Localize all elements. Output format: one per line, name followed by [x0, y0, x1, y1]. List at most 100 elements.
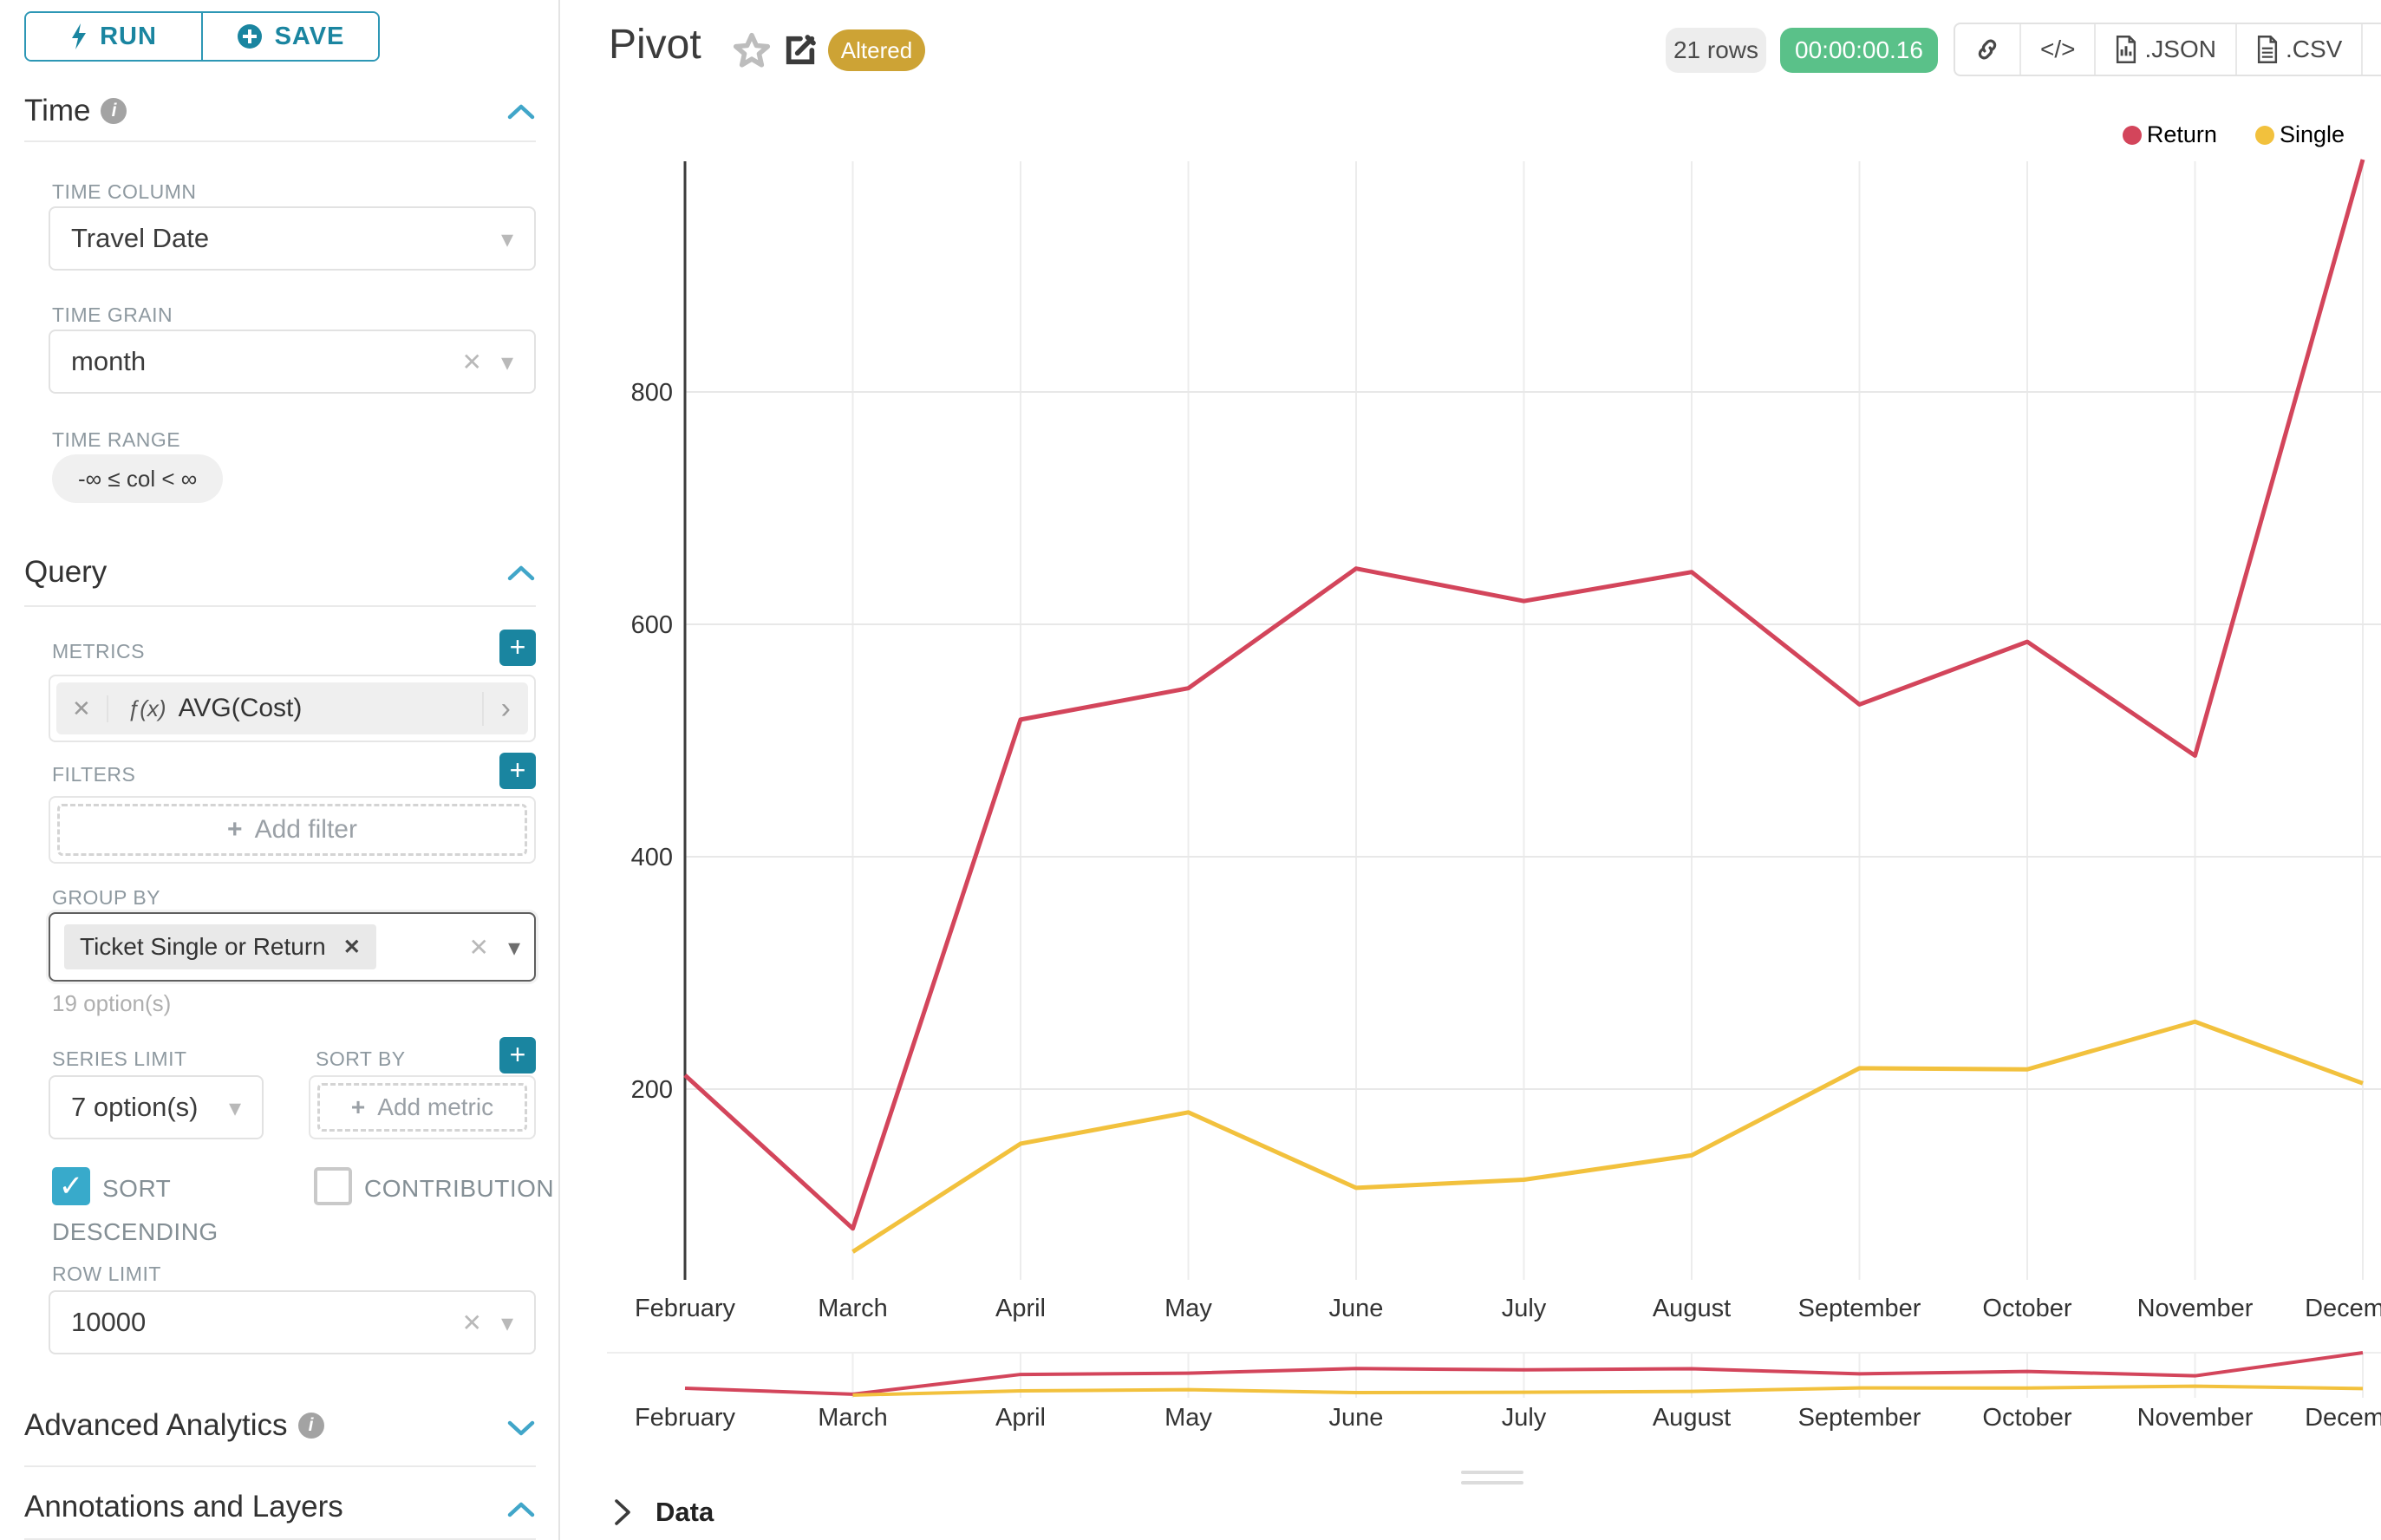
add-sort-metric-plus-button[interactable]: + — [499, 1037, 536, 1073]
time-column-select[interactable]: Travel Date ▾ — [49, 206, 536, 271]
series-limit-select[interactable]: 7 option(s) ▾ — [49, 1075, 264, 1139]
sort-descending-field: ✓SORT DESCENDING — [52, 1167, 295, 1254]
metric-name: AVG(Cost) — [179, 694, 482, 723]
export-toolbar: </> .JSON .CSV — [1954, 23, 2381, 76]
svg-text:April: April — [995, 1295, 1046, 1322]
json-file-icon — [2115, 36, 2137, 63]
filters-label: FILTERS — [52, 763, 135, 786]
series-limit-label: SERIES LIMIT — [52, 1047, 187, 1071]
chevron-up-icon[interactable] — [506, 102, 536, 121]
caret-down-icon[interactable]: ▾ — [501, 1308, 513, 1337]
chevron-up-icon[interactable] — [506, 1500, 536, 1519]
svg-text:May: May — [1164, 1404, 1212, 1432]
add-filter-label: Add filter — [255, 815, 357, 845]
line-chart[interactable]: 200400600800FebruaryFebruaryMarchMarchAp… — [607, 130, 2381, 1448]
row-count-badge: 21 rows — [1666, 28, 1766, 73]
range-drag-handle[interactable] — [1461, 1471, 1523, 1474]
contribution-checkbox[interactable] — [314, 1167, 352, 1205]
caret-down-icon[interactable]: ▾ — [229, 1093, 241, 1122]
embed-code-button[interactable]: </> — [2019, 24, 2094, 75]
group-by-tag[interactable]: Ticket Single or Return ✕ — [64, 924, 376, 969]
svg-text:March: March — [818, 1404, 888, 1432]
svg-text:August: August — [1653, 1295, 1731, 1322]
svg-text:June: June — [1329, 1404, 1384, 1432]
sort-by-label: SORT BY — [316, 1047, 406, 1071]
divider — [24, 140, 536, 142]
run-save-button-group: RUN SAVE — [24, 11, 380, 62]
divider — [24, 1465, 536, 1467]
add-sort-metric-button[interactable]: + Add metric — [317, 1083, 527, 1132]
options-hint: 19 option(s) — [52, 990, 171, 1017]
edit-icon[interactable] — [783, 33, 818, 68]
caret-down-icon[interactable]: ▾ — [501, 348, 513, 376]
export-json-button[interactable]: .JSON — [2094, 24, 2234, 75]
svg-text:April: April — [995, 1404, 1046, 1432]
svg-text:December: December — [2305, 1404, 2381, 1432]
svg-text:September: September — [1798, 1295, 1921, 1322]
chevron-down-icon[interactable] — [506, 1419, 536, 1438]
clear-icon[interactable]: ✕ — [468, 933, 488, 962]
add-filter-button[interactable]: + Add filter — [57, 804, 527, 856]
time-section-header[interactable]: Time i — [24, 94, 127, 128]
info-icon: i — [298, 1413, 324, 1439]
svg-text:September: September — [1798, 1404, 1921, 1432]
caret-down-icon[interactable]: ▾ — [501, 225, 513, 253]
remove-tag-icon[interactable]: ✕ — [343, 935, 361, 960]
chevron-up-icon[interactable] — [506, 564, 536, 583]
advanced-analytics-header[interactable]: Advanced Analytics i — [24, 1408, 324, 1443]
save-button[interactable]: SAVE — [201, 13, 378, 60]
copy-link-button[interactable] — [1955, 24, 2019, 75]
svg-text:May: May — [1164, 1295, 1212, 1322]
info-icon: i — [101, 98, 127, 124]
annotations-header[interactable]: Annotations and Layers — [24, 1490, 343, 1524]
menu-button[interactable] — [2361, 24, 2381, 75]
metric-pill[interactable]: ✕ ƒ(x) AVG(Cost) › — [56, 682, 528, 734]
time-grain-select[interactable]: month ✕ ▾ — [49, 330, 536, 394]
caret-down-icon[interactable]: ▾ — [508, 933, 520, 962]
metrics-container: ✕ ƒ(x) AVG(Cost) › — [49, 675, 536, 742]
clear-icon[interactable]: ✕ — [461, 348, 481, 376]
sort-descending-checkbox[interactable]: ✓ — [52, 1167, 90, 1205]
group-by-select[interactable]: Ticket Single or Return ✕ ✕ ▾ — [49, 912, 536, 982]
svg-text:February: February — [635, 1404, 736, 1432]
save-button-label: SAVE — [275, 23, 345, 51]
time-range-pill[interactable]: -∞ ≤ col < ∞ — [52, 454, 223, 503]
chevron-right-icon — [612, 1498, 633, 1527]
lightning-icon — [70, 23, 88, 49]
export-csv-button[interactable]: .CSV — [2235, 24, 2361, 75]
svg-text:200: 200 — [631, 1076, 673, 1104]
contribution-label: CONTRIBUTION — [364, 1175, 554, 1202]
data-section-toggle[interactable]: Data — [612, 1497, 714, 1528]
time-grain-value: month — [71, 346, 146, 377]
remove-metric-icon[interactable]: ✕ — [56, 695, 108, 722]
svg-text:December: December — [2305, 1295, 2381, 1322]
group-by-tag-label: Ticket Single or Return — [80, 933, 326, 961]
metrics-label: METRICS — [52, 640, 145, 663]
group-by-label: GROUP BY — [52, 886, 160, 910]
row-limit-label: ROW LIMIT — [52, 1263, 161, 1286]
add-filter-plus-button[interactable]: + — [499, 753, 536, 789]
svg-text:600: 600 — [631, 611, 673, 639]
expand-metric-icon[interactable]: › — [482, 692, 528, 726]
svg-text:July: July — [1502, 1295, 1547, 1322]
clear-icon[interactable]: ✕ — [461, 1308, 481, 1337]
time-section-title: Time — [24, 94, 90, 128]
altered-badge[interactable]: Altered — [828, 29, 925, 71]
svg-text:800: 800 — [631, 379, 673, 407]
csv-file-icon — [2256, 36, 2279, 63]
run-button-label: RUN — [100, 23, 157, 51]
svg-text:October: October — [1982, 1404, 2071, 1432]
run-button[interactable]: RUN — [26, 13, 201, 60]
row-limit-value: 10000 — [71, 1307, 146, 1338]
divider — [24, 605, 536, 607]
svg-text:August: August — [1653, 1404, 1731, 1432]
data-section-label: Data — [656, 1497, 714, 1528]
series-limit-value: 7 option(s) — [71, 1092, 198, 1123]
row-limit-select[interactable]: 10000 ✕ ▾ — [49, 1290, 536, 1354]
time-column-value: Travel Date — [71, 223, 209, 254]
favorite-star-icon[interactable] — [733, 31, 771, 69]
add-metric-plus-button[interactable]: + — [499, 630, 536, 666]
query-section-header[interactable]: Query — [24, 555, 107, 590]
range-drag-handle[interactable] — [1461, 1481, 1523, 1485]
query-timer-badge: 00:00:00.16 — [1780, 28, 1938, 73]
